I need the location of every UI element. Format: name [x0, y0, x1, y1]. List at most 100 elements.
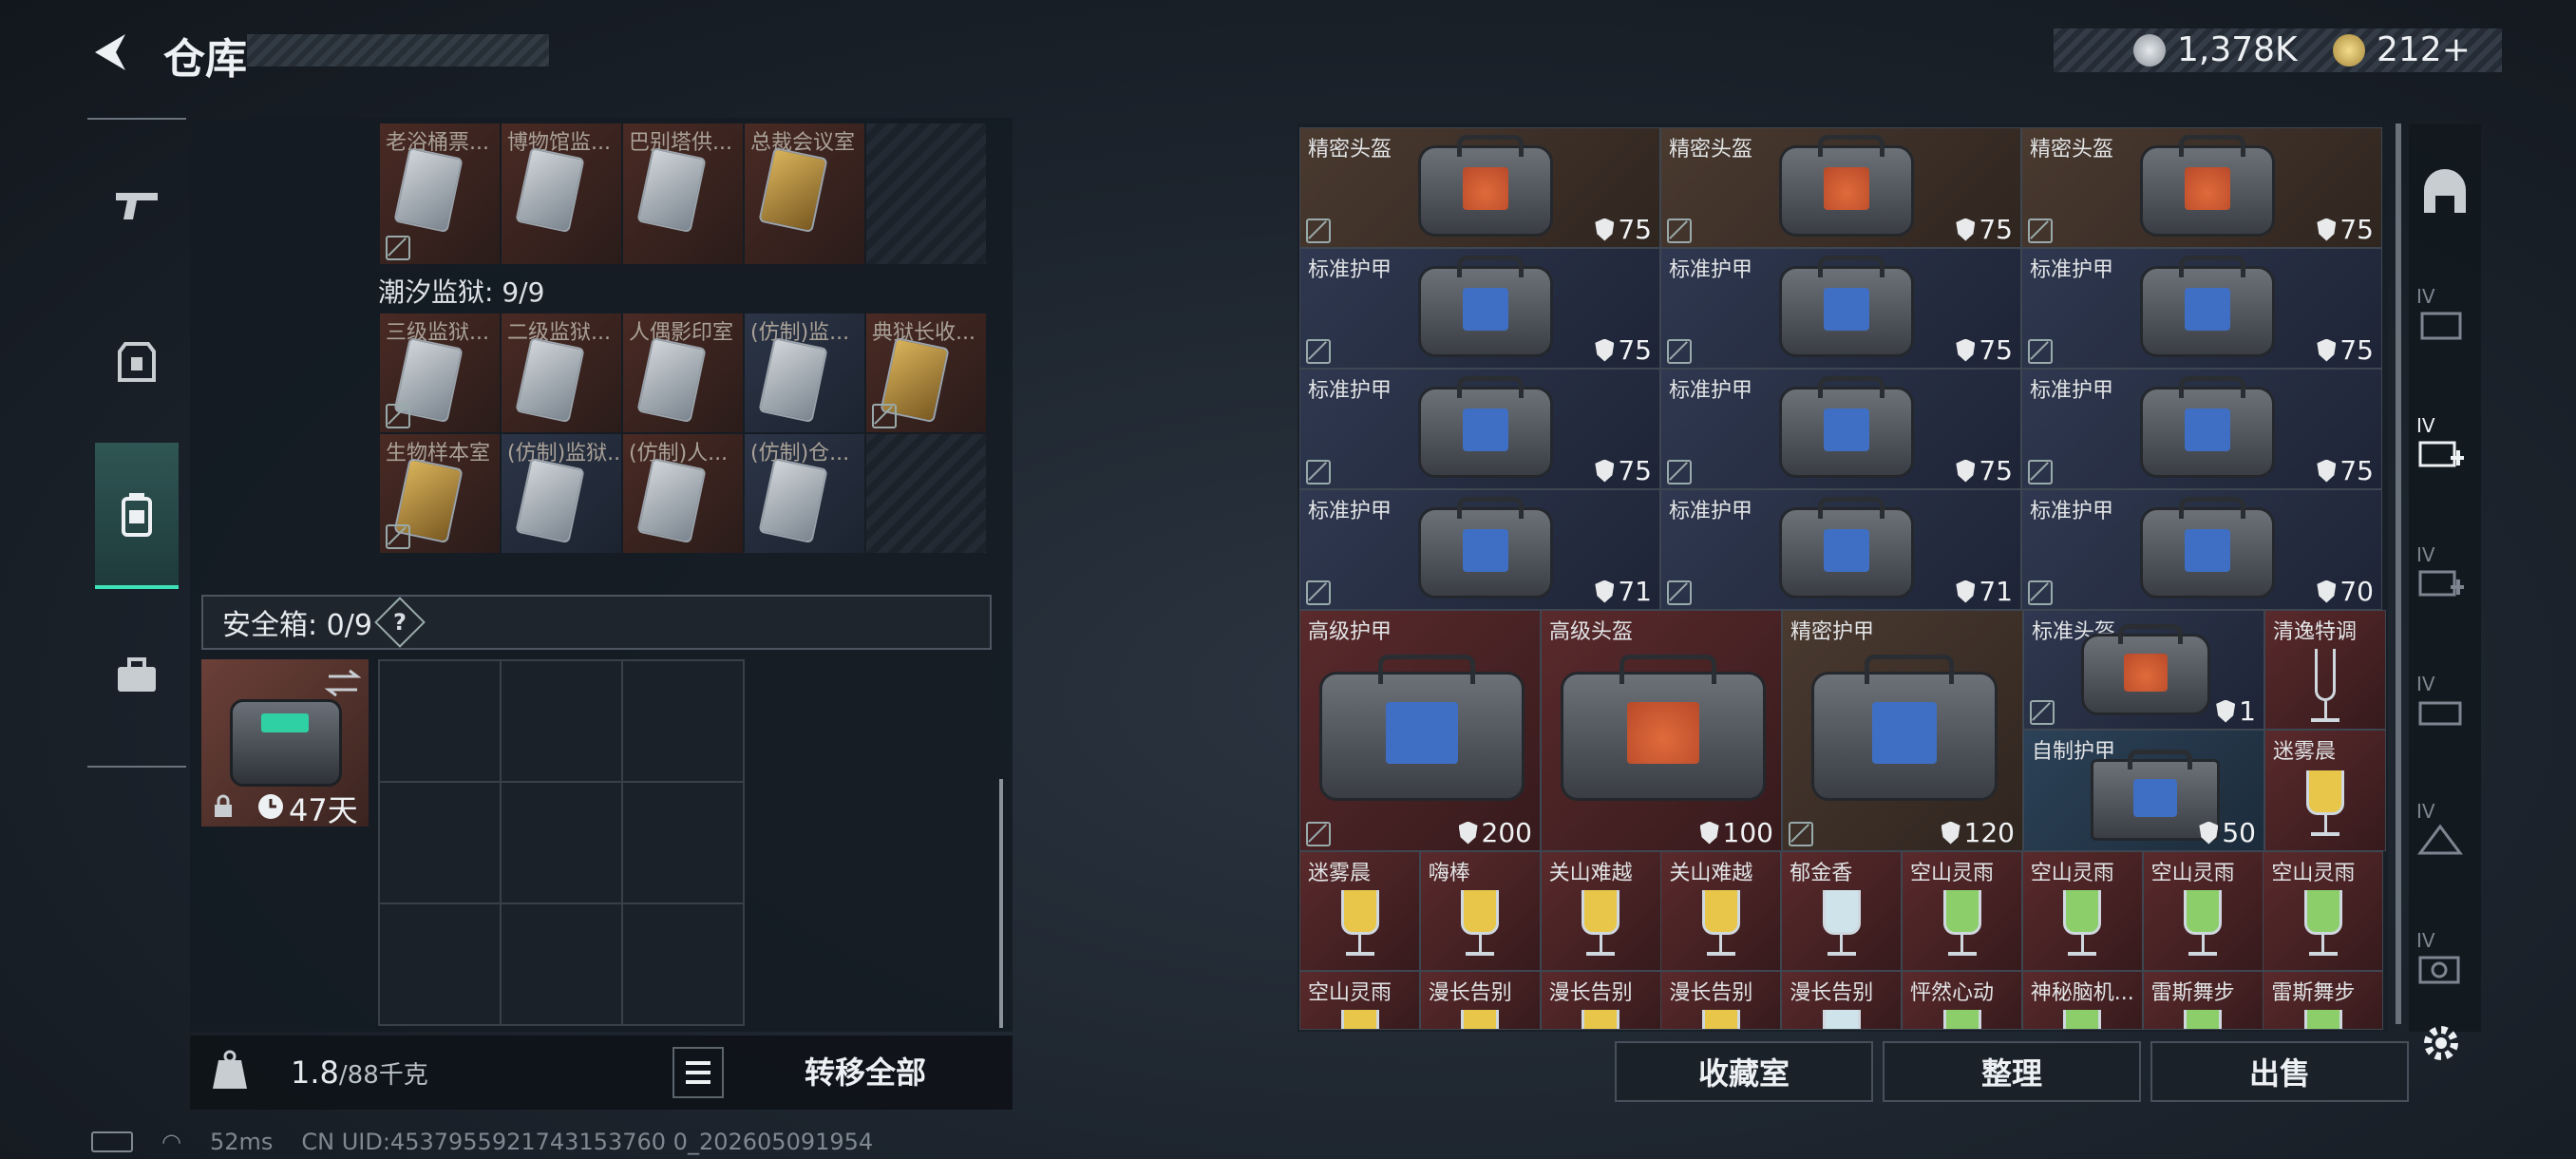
drink-item[interactable]: 清逸特调 — [2264, 610, 2386, 730]
shield-icon — [2317, 459, 2337, 483]
armor-item[interactable]: 标准护甲 70 — [2021, 489, 2382, 610]
keycard-icon — [636, 457, 707, 544]
keycard-item[interactable]: 老浴桶票... — [380, 124, 500, 264]
keycard-item[interactable]: (仿制)监狱... — [502, 434, 621, 553]
drink-item[interactable]: 怦然心动 — [1902, 971, 2022, 1030]
armor-item[interactable]: 高级护甲 200 — [1299, 610, 1541, 851]
keycard-item[interactable]: 二级监狱... — [502, 314, 621, 432]
drink-item[interactable]: 空山灵雨 — [2142, 851, 2263, 971]
helmet-item[interactable]: 高级头盔 100 — [1541, 610, 1782, 851]
weight-value: 1.8 — [291, 1054, 339, 1091]
helmet-item[interactable]: 标准头盔 1 — [2023, 610, 2264, 730]
armor-item[interactable]: 标准护甲 75 — [1299, 248, 1660, 369]
drink-item[interactable]: 郁金香 — [1781, 851, 1903, 971]
drink-item[interactable]: 迷雾晨 — [1299, 851, 1420, 971]
empty-slot[interactable] — [380, 661, 500, 781]
empty-slot[interactable] — [502, 904, 621, 1024]
armor-item[interactable]: 标准护甲 71 — [1299, 489, 1660, 610]
right-scrollbar[interactable] — [2396, 124, 2401, 1024]
drink-item[interactable]: 关山难越 — [1540, 851, 1661, 971]
list-view-button[interactable] — [672, 1047, 724, 1098]
durability: 75 — [1595, 334, 1652, 366]
armor-item[interactable]: 标准护甲 75 — [2021, 248, 2382, 369]
drink-item[interactable]: 空山灵雨 — [1299, 971, 1420, 1030]
helmet-item[interactable]: 精密头盔 75 — [1299, 127, 1660, 248]
drink-item[interactable]: 雷斯舞步 — [2263, 971, 2384, 1030]
empty-slot[interactable] — [502, 783, 621, 902]
helmet-item[interactable]: 精密头盔 75 — [1660, 127, 2021, 248]
helmet-filter-icon[interactable] — [2416, 163, 2473, 220]
empty-slot[interactable] — [380, 904, 500, 1024]
keycard-item[interactable]: 博物馆监... — [502, 124, 621, 264]
armor-item[interactable]: 标准护甲 75 — [1660, 248, 2021, 369]
armor-item[interactable]: 精密护甲 120 — [1782, 610, 2023, 851]
currency-premium[interactable]: 212+ — [2333, 30, 2471, 69]
nav-armor[interactable] — [95, 291, 179, 433]
nav-weapons[interactable] — [95, 133, 179, 276]
left-scrollbar[interactable] — [999, 779, 1003, 1028]
drink-item[interactable]: 漫长告别 — [1540, 971, 1661, 1030]
currency-coins[interactable]: 1,378K — [2133, 30, 2298, 69]
empty-slot[interactable] — [623, 661, 743, 781]
filter-iv-5[interactable]: IV — [2416, 800, 2473, 857]
drink-item[interactable]: 迷雾晨 — [2264, 730, 2386, 851]
keycard-item[interactable]: 巴别塔供... — [623, 124, 743, 264]
armor-item[interactable]: 标准护甲 75 — [1660, 369, 2021, 489]
item-label: 标准护甲 — [1308, 258, 1392, 282]
armor-bag-icon — [1418, 496, 1553, 598]
sort-button[interactable]: 整理 — [1883, 1041, 2141, 1102]
drink-item[interactable]: 漫长告别 — [1781, 971, 1903, 1030]
filter-iv-4[interactable]: IV — [2416, 673, 2473, 730]
empty-slot[interactable] — [866, 434, 986, 553]
durability: 75 — [1956, 334, 2013, 366]
drink-item[interactable]: 关山难越 — [1660, 851, 1782, 971]
nav-case[interactable] — [95, 604, 179, 747]
drink-item[interactable]: 雷斯舞步 — [2142, 971, 2263, 1030]
armor-item[interactable]: 自制护甲 50 — [2023, 730, 2264, 851]
no-insure-icon — [2028, 580, 2053, 605]
collection-room-button[interactable]: 收藏室 — [1615, 1041, 1873, 1102]
item-label: 空山灵雨 — [2030, 862, 2114, 885]
filter-iv-6[interactable]: IV — [2416, 929, 2473, 986]
drink-item[interactable]: 神秘脑机... — [2021, 971, 2143, 1030]
keycard-item[interactable]: (仿制)监... — [745, 314, 864, 432]
armor-item[interactable]: 标准护甲 71 — [1660, 489, 2021, 610]
durability: 50 — [2199, 817, 2256, 848]
cocktail-icon — [2303, 890, 2342, 956]
gear-icon[interactable] — [2420, 1022, 2462, 1064]
drink-item[interactable]: 空山灵雨 — [2263, 851, 2384, 971]
swap-icon[interactable] — [325, 667, 361, 699]
drink-item[interactable]: 嗨棒 — [1419, 851, 1541, 971]
keycard-item[interactable]: 生物样本室 — [380, 434, 500, 553]
safe-box-item[interactable]: 47天 — [201, 659, 369, 828]
transfer-all-button[interactable]: 转移全部 — [737, 1041, 994, 1100]
armor-bag-icon — [1811, 655, 1998, 801]
drink-item[interactable]: 漫长告别 — [1660, 971, 1782, 1030]
armor-item[interactable]: 标准护甲 75 — [2021, 369, 2382, 489]
armor-item[interactable]: 标准护甲 75 — [1299, 369, 1660, 489]
empty-slot[interactable] — [623, 783, 743, 902]
safe-timer: 47天 — [289, 792, 358, 828]
help-icon[interactable]: ? — [374, 597, 426, 648]
empty-slot[interactable] — [380, 783, 500, 902]
empty-slot[interactable] — [623, 904, 743, 1024]
filter-iv-1[interactable]: IV — [2416, 285, 2473, 342]
drink-item[interactable]: 空山灵雨 — [2021, 851, 2143, 971]
filter-iv-2[interactable]: IV — [2416, 414, 2473, 471]
keycard-item[interactable]: (仿制)仓... — [745, 434, 864, 553]
empty-slot[interactable] — [866, 124, 986, 264]
drink-item[interactable]: 漫长告别 — [1419, 971, 1541, 1030]
filter-iv-3[interactable]: IV — [2416, 543, 2473, 600]
empty-slot[interactable] — [502, 661, 621, 781]
keycard-item[interactable]: 总裁会议室 — [745, 124, 864, 264]
drink-item[interactable]: 空山灵雨 — [1902, 851, 2022, 971]
back-arrow-icon[interactable] — [87, 28, 135, 76]
keycard-item[interactable]: 人偶影印室 — [623, 314, 743, 432]
item-label: 标准护甲 — [1669, 500, 1753, 523]
helmet-item[interactable]: 精密头盔 75 — [2021, 127, 2382, 248]
sell-button[interactable]: 出售 — [2150, 1041, 2409, 1102]
keycard-item[interactable]: 典狱长收... — [866, 314, 986, 432]
keycard-item[interactable]: (仿制)人... — [623, 434, 743, 553]
nav-backpack[interactable] — [95, 443, 179, 589]
keycard-item[interactable]: 三级监狱... — [380, 314, 500, 432]
